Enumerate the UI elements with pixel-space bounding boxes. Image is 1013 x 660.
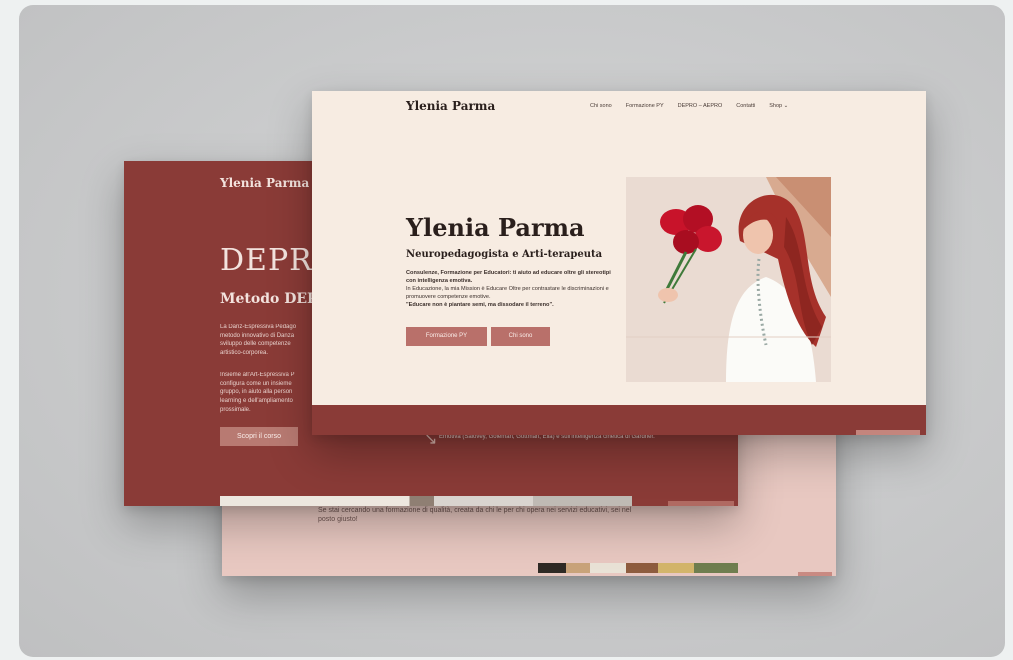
hero-title: Ylenia Parma	[406, 213, 585, 242]
nav-depro-aepro[interactable]: DEPRO – AEPRO	[678, 103, 723, 109]
middle-page-logo: Ylenia Parma	[220, 176, 310, 190]
hero-line-2: In Educazione, la mia Mission è Educare …	[406, 286, 609, 301]
chi-sono-button[interactable]: Chi sono	[491, 327, 550, 346]
back-page-paragraph: Se stai cercando una formazione di quali…	[318, 507, 632, 524]
middle-page-paragraph-2: Insieme all'Art-Espressiva P configura c…	[220, 372, 295, 413]
middle-page-title: DEPR	[220, 243, 313, 278]
site-logo[interactable]: Ylenia Parma	[406, 99, 495, 113]
nav-contatti[interactable]: Contatti	[736, 103, 755, 109]
front-page-bottom-band	[312, 405, 926, 435]
mockup-frame: Se stai cercando una formazione di quali…	[19, 5, 1005, 657]
back-page-photo-strip	[538, 563, 738, 573]
nav-shop[interactable]: Shop ⌄	[769, 103, 788, 109]
portrait-illustration	[626, 177, 831, 382]
front-page-corner-accent	[856, 430, 920, 435]
main-nav: Chi sono Formazione PY DEPRO – AEPRO Con…	[590, 103, 788, 109]
hero-photo	[626, 177, 831, 382]
nav-formazione[interactable]: Formazione PY	[626, 103, 664, 109]
nav-chi-sono[interactable]: Chi sono	[590, 103, 612, 109]
hero-quote: "Educare non è piantare semi, ma dissoda…	[406, 302, 554, 309]
scopri-corso-button[interactable]: Scopri il corso	[220, 427, 298, 446]
middle-page-corner-accent	[668, 501, 734, 506]
back-page-corner-accent	[798, 572, 832, 576]
formazione-button[interactable]: Formazione PY	[406, 327, 487, 346]
hero-description: Consulenze, Formazione per Educatori: ti…	[406, 269, 618, 310]
front-page-preview: Ylenia Parma Chi sono Formazione PY DEPR…	[312, 91, 926, 435]
middle-page-image-strip	[220, 496, 632, 506]
hero-line-1: Consulenze, Formazione per Educatori: ti…	[406, 270, 611, 285]
middle-page-paragraph-1: La Danz-Espressiva Pedago metodo innovat…	[220, 324, 297, 357]
hero-subtitle: Neuropedagogista e Arti-terapeuta	[406, 249, 603, 260]
